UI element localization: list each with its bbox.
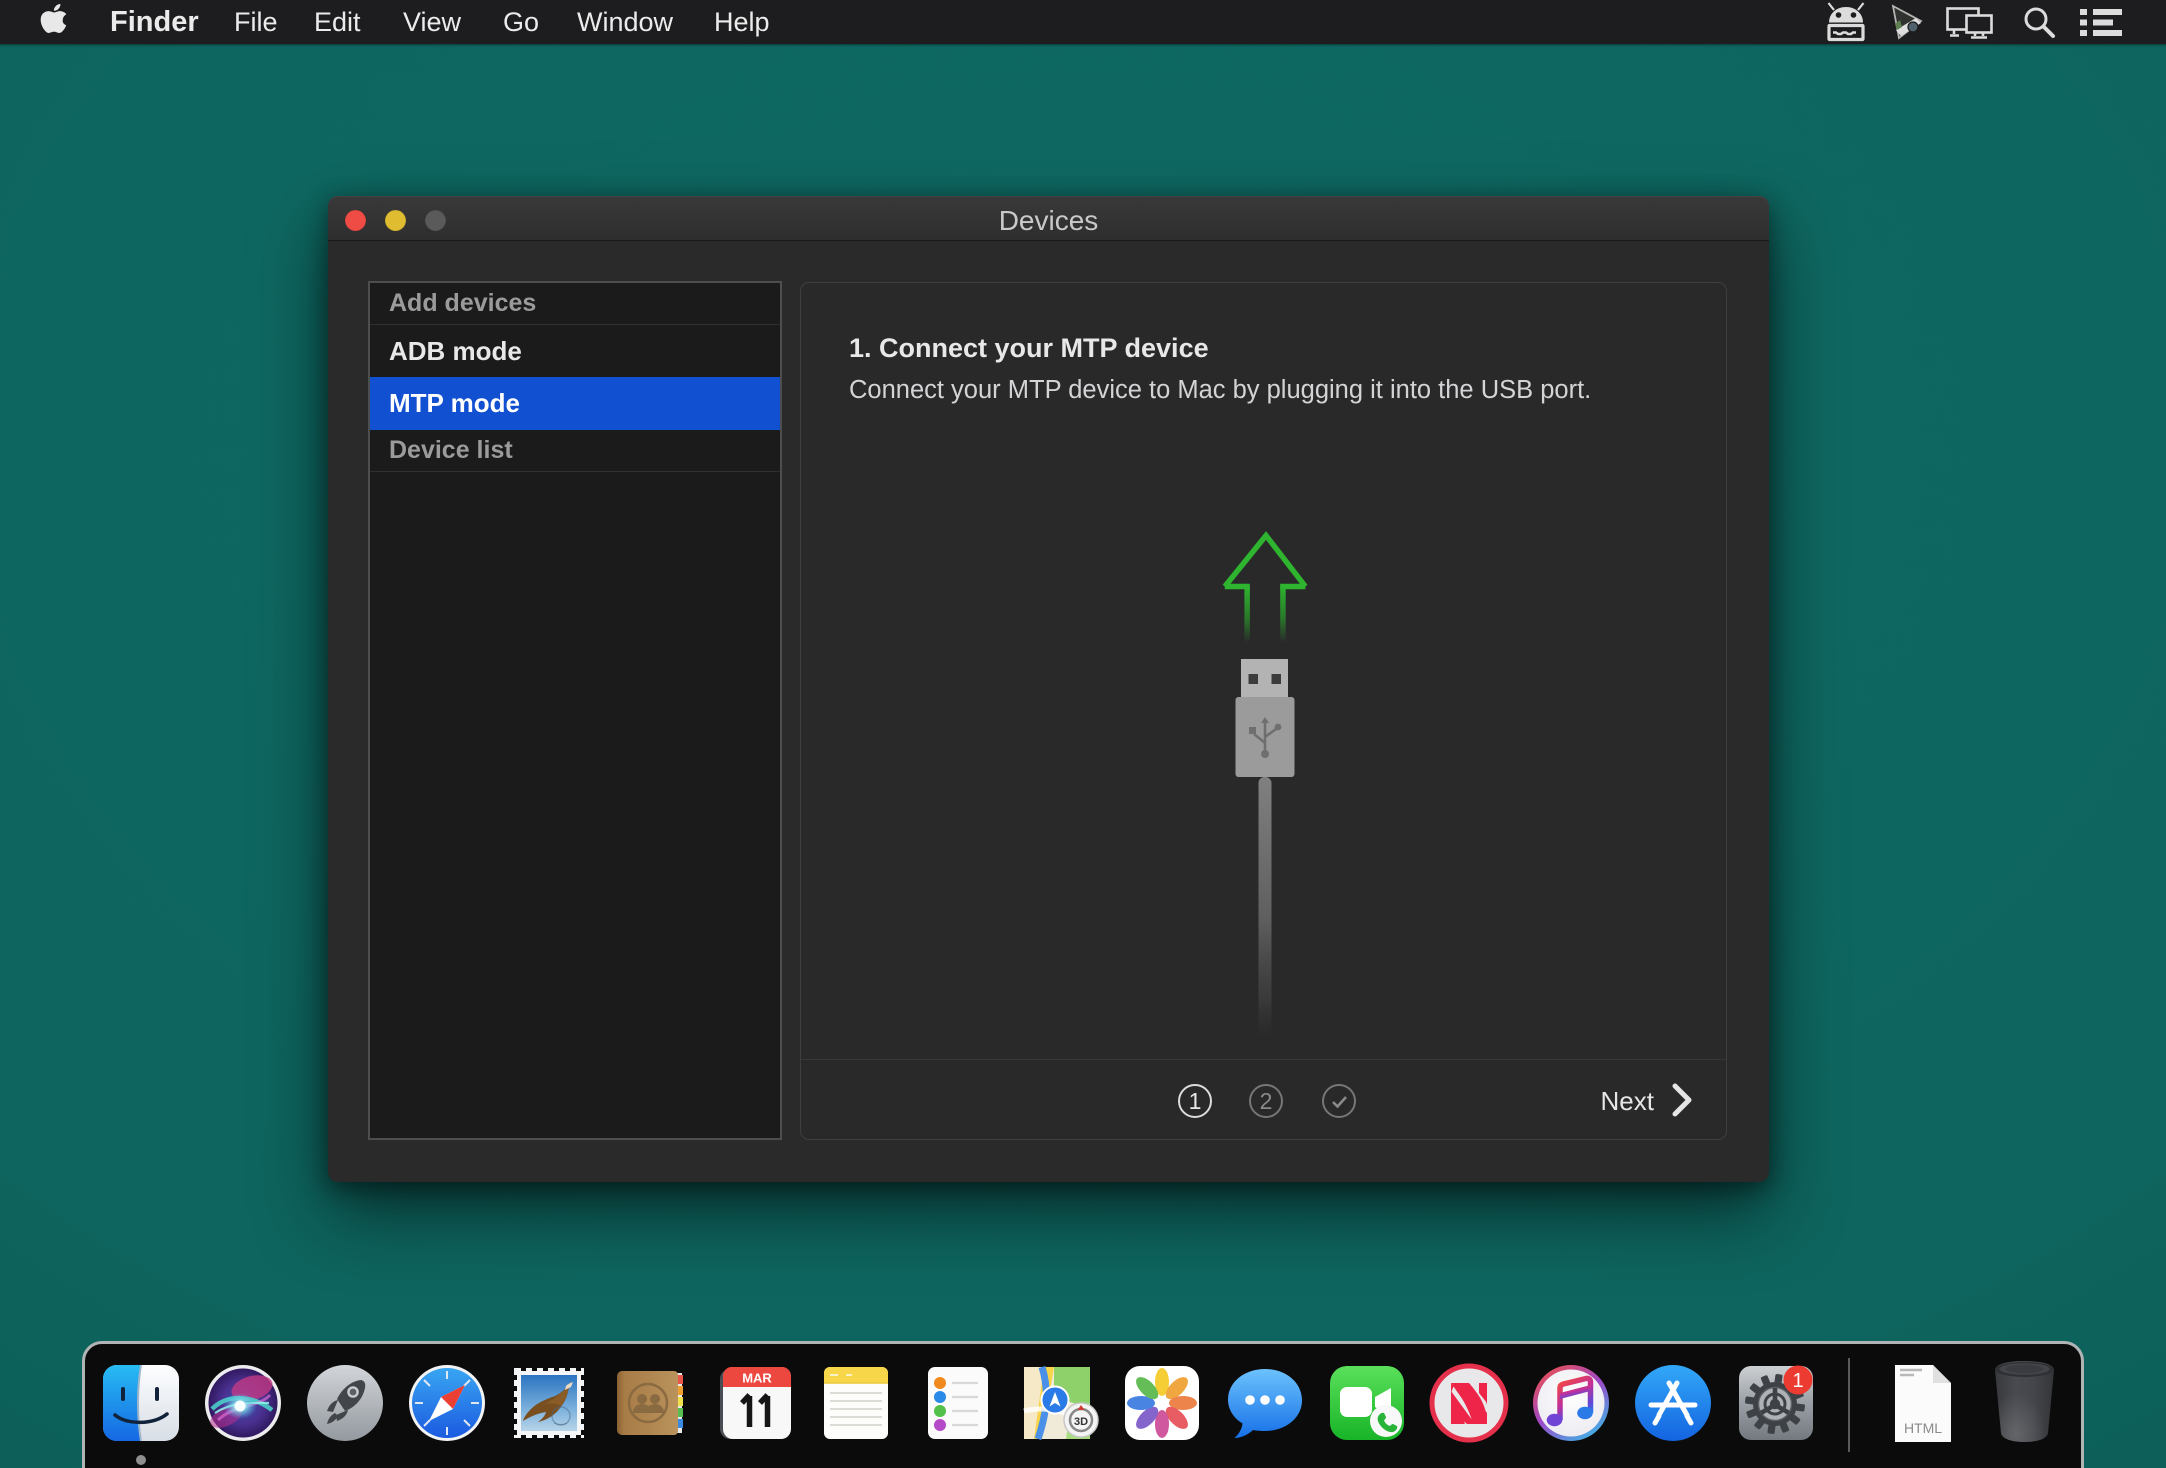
svg-text:HTML: HTML bbox=[1904, 1420, 1942, 1436]
svg-text:MAR: MAR bbox=[742, 1371, 772, 1386]
svg-text:1: 1 bbox=[1792, 1370, 1803, 1392]
svg-text:3D: 3D bbox=[1074, 1416, 1088, 1428]
